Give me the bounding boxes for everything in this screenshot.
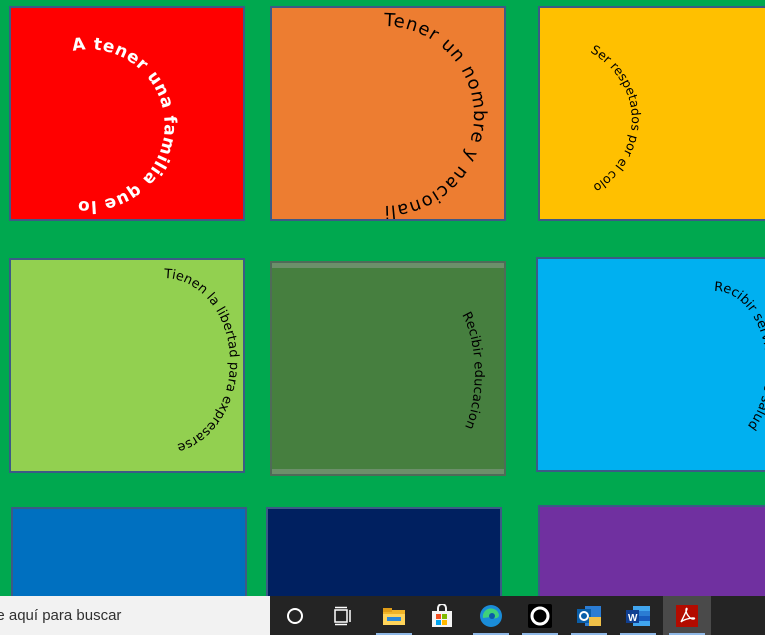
card-libertad[interactable]: Tienen la libertad para expresarse — [9, 258, 245, 473]
svg-text:Tienen la libertad para expres: Tienen la libertad para expresarse — [163, 267, 241, 455]
curved-text-nombre: Tener un nombre y nacionalidad — [272, 8, 490, 221]
card-libertad-label: Tienen la libertad para expresarse — [163, 267, 241, 455]
microsoft-store-icon[interactable] — [418, 596, 466, 635]
curved-text-libertad: Tienen la libertad para expresarse — [163, 267, 241, 455]
obs-icon[interactable] — [516, 596, 564, 635]
svg-text:Recibir educacion: Recibir educacion — [458, 310, 485, 432]
outlook-icon[interactable] — [565, 596, 613, 635]
svg-text:W: W — [628, 613, 638, 624]
card-educacion[interactable]: Recibir educacion — [270, 261, 506, 476]
card-familia[interactable]: A tener una familia que los cuide y te p… — [9, 6, 245, 221]
taskbar: pe aquí para buscar W — [0, 596, 765, 635]
cortana-icon[interactable] — [271, 596, 319, 635]
svg-text:Tener un nombre y nacionalidad: Tener un nombre y nacionalidad — [272, 8, 490, 221]
curved-text-educacion: Recibir educacion — [458, 310, 485, 432]
card-familia-label: A tener una familia que los cuide y te p… — [11, 8, 179, 217]
curved-text-respeto: Ser respetados por el color del piel, po… — [540, 8, 644, 196]
task-view-icon[interactable] — [319, 596, 367, 635]
curved-text-salud: Recibir servicios de salud — [714, 280, 765, 433]
card-respeto-label: Ser respetados por el color del piel, po… — [540, 8, 644, 196]
file-explorer-icon[interactable] — [370, 596, 418, 635]
edge-icon[interactable] — [467, 596, 515, 635]
card-educacion-label: Recibir educacion — [458, 310, 485, 432]
search-placeholder: pe aquí para buscar — [0, 607, 122, 624]
svg-text:Recibir servicios de salud: Recibir servicios de salud — [714, 280, 765, 433]
card-respeto[interactable]: Ser respetados por el color del piel, po… — [538, 6, 765, 221]
svg-text:A tener una familia que los cu: A tener una familia que los cuide y te p… — [11, 8, 180, 217]
search-input[interactable]: pe aquí para buscar — [0, 596, 270, 635]
card-nombre[interactable]: Tener un nombre y nacionalidad — [270, 6, 506, 221]
acrobat-icon[interactable] — [663, 596, 711, 635]
curved-text-familia: A tener una familia que los cuide y te p… — [11, 8, 180, 217]
card-nombre-label: Tener un nombre y nacionalidad — [272, 8, 489, 219]
word-icon[interactable]: W — [614, 596, 662, 635]
svg-text:Ser respetados por el color de: Ser respetados por el color del piel, po… — [540, 8, 644, 196]
card-salud[interactable]: Recibir servicios de salud — [536, 257, 765, 472]
card-salud-label: Recibir servicios de salud — [714, 280, 765, 433]
